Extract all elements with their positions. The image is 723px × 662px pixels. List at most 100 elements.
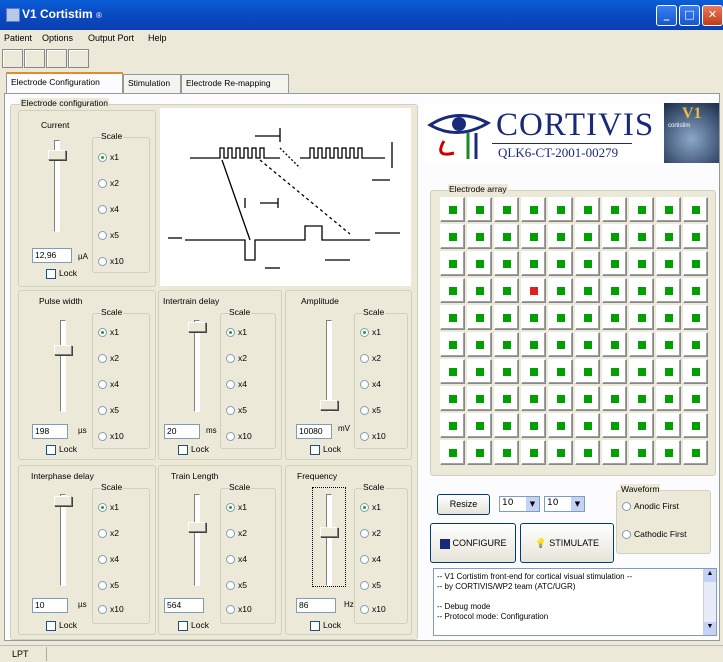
electrode-cell[interactable] [521,440,546,465]
intertrain-delay-lock-checkbox[interactable]: Lock [178,444,209,455]
amplitude-slider[interactable] [326,320,332,412]
toolbar-button[interactable] [2,49,23,68]
maximize-button[interactable]: □ [679,5,700,26]
menu-options[interactable]: Options [42,33,73,43]
electrode-cell[interactable] [548,224,573,249]
electrode-cell[interactable] [629,197,654,222]
train-length-scale-x10[interactable]: x10 [226,604,252,615]
frequency-slider-thumb[interactable] [320,527,338,537]
electrode-cell[interactable] [683,440,708,465]
electrode-cell[interactable] [575,305,600,330]
frequency-scale-x1[interactable]: x1 [360,502,381,513]
amplitude-value-input[interactable]: 10080 [296,424,332,439]
electrode-cell[interactable] [656,332,681,357]
current-scale-x1[interactable]: x1 [98,152,119,163]
electrode-cell[interactable] [602,413,627,438]
intertrain-delay-scale-x10[interactable]: x10 [226,431,252,442]
cols-combo[interactable]: 10 ▼ [544,496,585,512]
intertrain-delay-scale-x4[interactable]: x4 [226,379,247,390]
toolbar-button[interactable] [68,49,89,68]
electrode-cell[interactable] [683,359,708,384]
electrode-cell[interactable] [602,332,627,357]
electrode-cell[interactable] [602,197,627,222]
configure-button[interactable]: CONFIGURE [430,523,516,563]
interphase-delay-scale-x2[interactable]: x2 [98,528,119,539]
log-scrollbar[interactable]: ▲ ▼ [703,569,716,635]
electrode-cell[interactable] [575,332,600,357]
current-scale-x10[interactable]: x10 [98,256,124,267]
electrode-cell[interactable] [656,305,681,330]
frequency-value-input[interactable]: 86 [296,598,336,613]
electrode-cell[interactable] [629,278,654,303]
electrode-cell[interactable] [440,278,465,303]
frequency-lock-checkbox[interactable]: Lock [310,620,341,631]
amplitude-scale-x10[interactable]: x10 [360,431,386,442]
toolbar-button[interactable] [46,49,67,68]
amplitude-scale-x2[interactable]: x2 [360,353,381,364]
electrode-cell[interactable] [602,278,627,303]
intertrain-delay-slider[interactable] [194,320,200,412]
electrode-cell[interactable] [656,224,681,249]
interphase-delay-lock-checkbox[interactable]: Lock [46,620,77,631]
current-slider-thumb[interactable] [48,150,66,160]
electrode-cell[interactable] [440,251,465,276]
electrode-cell[interactable] [494,332,519,357]
electrode-cell[interactable] [494,440,519,465]
menu-help[interactable]: Help [148,33,167,43]
current-scale-x2[interactable]: x2 [98,178,119,189]
interphase-delay-scale-x1[interactable]: x1 [98,502,119,513]
electrode-cell[interactable] [467,197,492,222]
frequency-scale-x5[interactable]: x5 [360,580,381,591]
train-length-slider-thumb[interactable] [188,522,206,532]
electrode-cell[interactable] [467,386,492,411]
electrode-cell[interactable] [467,305,492,330]
electrode-cell[interactable] [602,359,627,384]
intertrain-delay-scale-x1[interactable]: x1 [226,327,247,338]
electrode-cell[interactable] [602,440,627,465]
electrode-cell[interactable] [629,413,654,438]
electrode-cell[interactable] [440,413,465,438]
electrode-cell[interactable] [575,224,600,249]
resize-button[interactable]: Resize [437,494,490,515]
electrode-cell[interactable] [629,359,654,384]
electrode-cell[interactable] [629,332,654,357]
electrode-cell[interactable] [521,278,546,303]
pulse-width-slider[interactable] [60,320,66,412]
amplitude-slider-thumb[interactable] [320,400,338,410]
electrode-cell[interactable] [683,386,708,411]
pulse-width-scale-x2[interactable]: x2 [98,353,119,364]
frequency-scale-x4[interactable]: x4 [360,554,381,565]
waveform-cathodic-radio[interactable]: Cathodic First [622,529,686,540]
current-scale-x4[interactable]: x4 [98,204,119,215]
rows-combo[interactable]: 10 ▼ [499,496,540,512]
electrode-cell[interactable] [548,251,573,276]
train-length-scale-x5[interactable]: x5 [226,580,247,591]
scroll-down-icon[interactable]: ▼ [704,622,716,635]
frequency-slider[interactable] [326,494,332,586]
electrode-cell[interactable] [575,251,600,276]
interphase-delay-scale-x10[interactable]: x10 [98,604,124,615]
electrode-cell[interactable] [602,224,627,249]
electrode-cell[interactable] [494,386,519,411]
electrode-cell[interactable] [440,224,465,249]
electrode-cell[interactable] [521,413,546,438]
electrode-cell[interactable] [629,440,654,465]
electrode-cell[interactable] [440,197,465,222]
electrode-cell[interactable] [656,440,681,465]
pulse-width-scale-x10[interactable]: x10 [98,431,124,442]
electrode-cell[interactable] [494,251,519,276]
stimulate-button[interactable]: 💡 STIMULATE [520,523,614,563]
train-length-slider[interactable] [194,494,200,586]
electrode-cell[interactable] [548,305,573,330]
electrode-cell[interactable] [656,386,681,411]
menu-patient[interactable]: Patient [4,33,32,43]
electrode-cell[interactable] [467,224,492,249]
current-value-input[interactable]: 12,96 [32,248,72,263]
pulse-width-scale-x1[interactable]: x1 [98,327,119,338]
electrode-cell[interactable] [683,413,708,438]
electrode-cell[interactable] [602,251,627,276]
electrode-cell[interactable] [494,278,519,303]
scroll-up-icon[interactable]: ▲ [704,569,716,582]
electrode-cell[interactable] [629,386,654,411]
waveform-anodic-radio[interactable]: Anodic First [622,501,679,512]
